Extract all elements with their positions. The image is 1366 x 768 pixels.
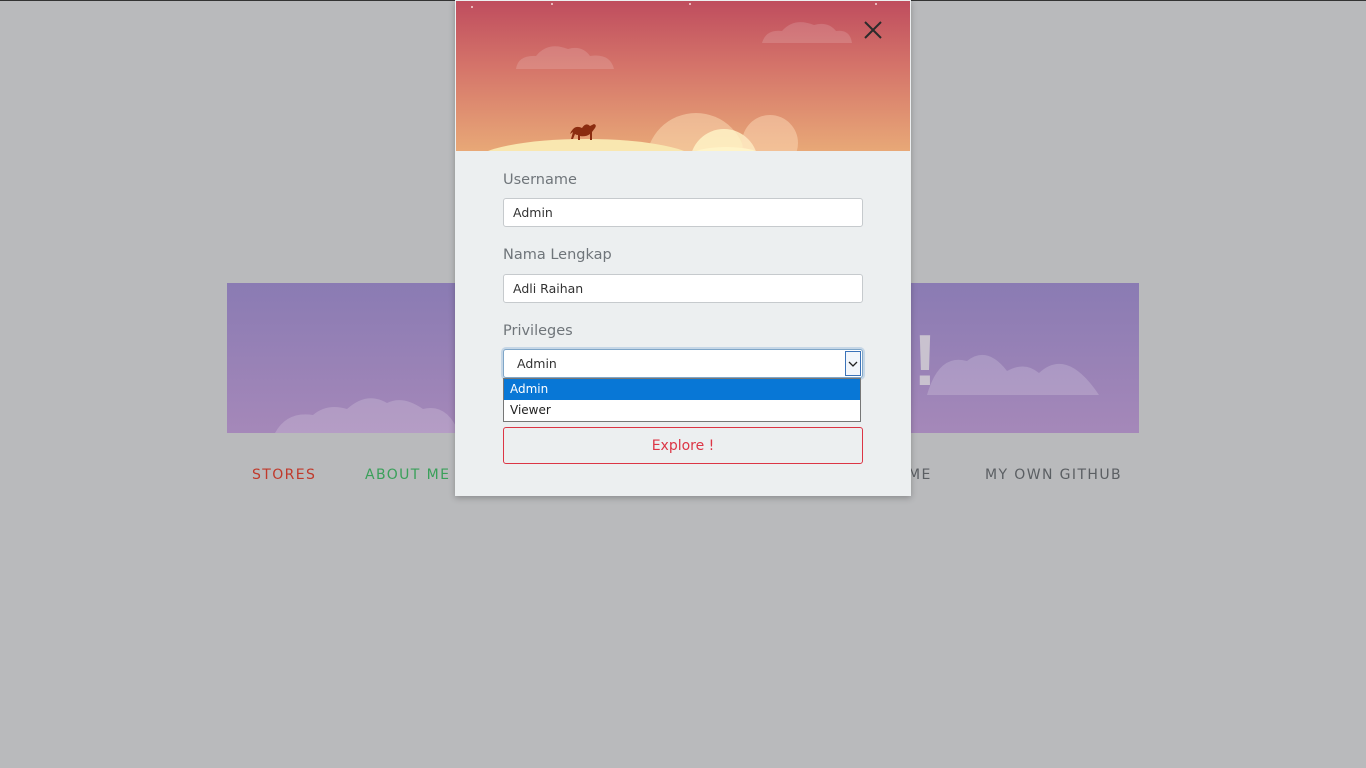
full-name-input[interactable]: [503, 274, 863, 303]
privileges-option-viewer[interactable]: Viewer: [504, 400, 860, 421]
nav-link-about-me[interactable]: ABOUT ME: [365, 467, 450, 483]
explore-button[interactable]: Explore !: [503, 427, 863, 464]
close-icon[interactable]: [860, 17, 886, 43]
desert-sunset-illustration: [471, 3, 877, 151]
privileges-select[interactable]: Admin: [503, 349, 863, 378]
modal-header-illustration: [456, 1, 910, 151]
privileges-option-admin[interactable]: Admin: [504, 379, 860, 400]
hero-exclaim: !: [913, 321, 937, 401]
privileges-dropdown-list: Admin Viewer: [503, 378, 861, 422]
user-modal: Username Nama Lengkap Privileges Admin A…: [455, 0, 911, 496]
chevron-down-icon[interactable]: [845, 351, 861, 376]
username-input[interactable]: [503, 198, 863, 227]
privileges-label: Privileges: [503, 323, 573, 339]
nav-link-me[interactable]: ME: [908, 467, 932, 483]
nav-link-my-own-github[interactable]: MY OWN GITHUB: [985, 467, 1122, 483]
privileges-selected-value: Admin: [517, 356, 557, 371]
full-name-label: Nama Lengkap: [503, 247, 612, 263]
username-label: Username: [503, 172, 577, 188]
nav-link-stores[interactable]: STORES: [252, 467, 316, 483]
